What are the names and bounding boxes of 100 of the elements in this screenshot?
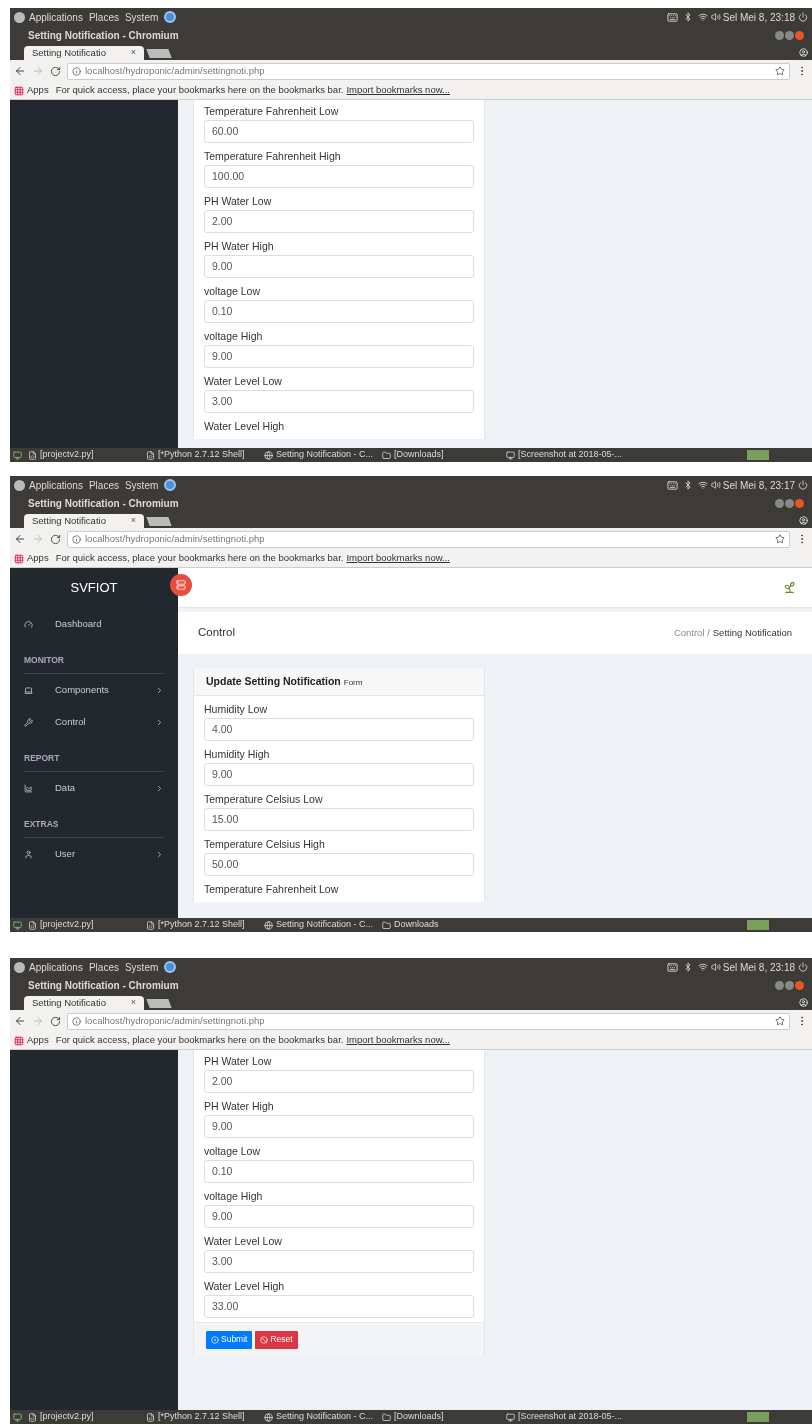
- input-field[interactable]: 0.10: [204, 1160, 474, 1183]
- submit-button[interactable]: Submit: [206, 1330, 253, 1349]
- input-field[interactable]: 2.00: [204, 210, 474, 233]
- sidebar-item[interactable]: Components: [10, 674, 178, 706]
- input-field[interactable]: 9.00: [204, 763, 474, 786]
- close-button[interactable]: [795, 30, 804, 40]
- address-bar[interactable]: localhost/hydroponic/admin/settingnoti.php: [67, 530, 790, 548]
- taskbar-item[interactable]: [projectv2.py]: [28, 918, 146, 932]
- keyboard-icon[interactable]: [666, 961, 678, 973]
- taskbar-item[interactable]: [Downloads]: [382, 1410, 506, 1424]
- wifi-icon[interactable]: [697, 480, 708, 490]
- sidebar-item[interactable]: Data: [10, 772, 178, 804]
- sidebar-item[interactable]: User: [10, 838, 178, 870]
- address-bar[interactable]: localhost/hydroponic/admin/settingnoti.php: [67, 62, 790, 80]
- minimize-button[interactable]: [775, 980, 784, 990]
- input-field[interactable]: 9.00: [204, 1205, 474, 1228]
- bluetooth-icon[interactable]: [682, 12, 693, 22]
- panel-menu[interactable]: Applications: [29, 477, 83, 493]
- input-field[interactable]: 60.00: [204, 120, 474, 143]
- keyboard-icon[interactable]: [666, 11, 678, 23]
- tab-close[interactable]: ×: [130, 46, 136, 60]
- panel-menu[interactable]: System: [124, 9, 159, 25]
- wifi-icon[interactable]: [697, 12, 708, 22]
- back-icon[interactable]: [14, 533, 26, 545]
- import-bookmarks-link[interactable]: Import bookmarks now...: [346, 1033, 450, 1048]
- sidebar-item[interactable]: Control: [10, 706, 178, 738]
- profile-icon[interactable]: [799, 48, 808, 57]
- address-bar[interactable]: localhost/hydroponic/admin/settingnoti.php: [67, 1012, 790, 1030]
- profile-icon[interactable]: [799, 516, 808, 525]
- workspace-switcher[interactable]: [747, 450, 769, 460]
- maximize-button[interactable]: [785, 980, 794, 990]
- panel-menu[interactable]: Places: [88, 477, 119, 493]
- browser-icon[interactable]: [164, 479, 177, 491]
- input-field[interactable]: 33.00: [204, 1295, 474, 1318]
- clock[interactable]: Sel Mei 8, 23:18: [722, 9, 795, 25]
- panel-menu[interactable]: System: [124, 477, 159, 493]
- keyboard-icon[interactable]: [666, 479, 678, 491]
- input-field[interactable]: 2.00: [204, 1070, 474, 1093]
- panel-menu[interactable]: Places: [88, 9, 119, 25]
- import-bookmarks-link[interactable]: Import bookmarks now...: [346, 83, 450, 98]
- bluetooth-icon[interactable]: [682, 480, 693, 490]
- input-field[interactable]: 50.00: [204, 853, 474, 876]
- input-field[interactable]: 4.00: [204, 718, 474, 741]
- import-bookmarks-link[interactable]: Import bookmarks now...: [346, 551, 450, 566]
- apps-link[interactable]: Apps: [27, 1033, 49, 1048]
- workspace-switcher[interactable]: [747, 920, 769, 930]
- volume-icon[interactable]: [710, 480, 721, 490]
- input-field[interactable]: 9.00: [204, 255, 474, 278]
- apps-link[interactable]: Apps: [27, 83, 49, 98]
- apps-icon[interactable]: [14, 85, 24, 96]
- reload-icon[interactable]: [50, 65, 61, 77]
- browser-tab[interactable]: Setting Notificatio ×: [24, 514, 144, 528]
- input-field[interactable]: 9.00: [204, 345, 474, 368]
- taskbar-item[interactable]: Setting Notification - C...: [264, 918, 382, 932]
- breadcrumb-link[interactable]: Control /: [673, 625, 710, 641]
- taskbar-item[interactable]: [*Python 2.7.12 Shell]: [146, 918, 264, 932]
- reset-button[interactable]: Reset: [255, 1330, 298, 1349]
- new-tab-button[interactable]: [146, 49, 172, 58]
- apps-link[interactable]: Apps: [27, 551, 49, 566]
- reload-icon[interactable]: [50, 533, 61, 545]
- bookmark-star-icon[interactable]: [775, 534, 785, 544]
- workspace-switcher[interactable]: [747, 1412, 769, 1422]
- taskbar-item[interactable]: Setting Notification - C...: [264, 1410, 382, 1424]
- bookmark-star-icon[interactable]: [775, 66, 785, 76]
- minimize-button[interactable]: [775, 498, 784, 508]
- reload-icon[interactable]: [50, 1015, 61, 1027]
- panel-menu[interactable]: Applications: [29, 959, 83, 975]
- taskbar-item[interactable]: [*Python 2.7.12 Shell]: [146, 1410, 264, 1424]
- taskbar-item[interactable]: [projectv2.py]: [28, 1410, 146, 1424]
- volume-icon[interactable]: [710, 12, 721, 22]
- maximize-button[interactable]: [785, 498, 794, 508]
- panel-menu[interactable]: System: [124, 959, 159, 975]
- taskbar-item[interactable]: [Screenshot at 2018-05-...: [506, 448, 646, 462]
- profile-icon[interactable]: [799, 998, 808, 1007]
- apps-icon[interactable]: [14, 553, 24, 564]
- clock[interactable]: Sel Mei 8, 23:18: [722, 959, 795, 975]
- taskbar-item[interactable]: [*Python 2.7.12 Shell]: [146, 448, 264, 462]
- input-field[interactable]: 100.00: [204, 165, 474, 188]
- maximize-button[interactable]: [785, 30, 794, 40]
- minimize-button[interactable]: [775, 30, 784, 40]
- input-field[interactable]: 3.00: [204, 1250, 474, 1273]
- browser-tab[interactable]: Setting Notificatio ×: [24, 996, 144, 1010]
- browser-icon[interactable]: [164, 961, 177, 973]
- close-button[interactable]: [795, 498, 804, 508]
- input-field[interactable]: 3.00: [204, 390, 474, 413]
- bookmark-star-icon[interactable]: [775, 1016, 785, 1026]
- power-icon[interactable]: [798, 962, 808, 972]
- panel-menu[interactable]: Applications: [29, 9, 83, 25]
- power-icon[interactable]: [798, 12, 808, 22]
- sidebar-item[interactable]: Dashboard: [10, 608, 178, 640]
- browser-icon[interactable]: [164, 11, 177, 23]
- taskbar-item[interactable]: Setting Notification - C...: [264, 448, 382, 462]
- taskbar-item[interactable]: [Downloads]: [382, 448, 506, 462]
- clock[interactable]: Sel Mei 8, 23:17: [722, 477, 795, 493]
- power-icon[interactable]: [798, 480, 808, 490]
- back-icon[interactable]: [14, 1015, 26, 1027]
- new-tab-button[interactable]: [146, 999, 172, 1008]
- desktop-icon[interactable]: [13, 1412, 22, 1422]
- taskbar-item[interactable]: Downloads: [382, 918, 506, 932]
- taskbar-item[interactable]: [Screenshot at 2018-05-...: [506, 1410, 646, 1424]
